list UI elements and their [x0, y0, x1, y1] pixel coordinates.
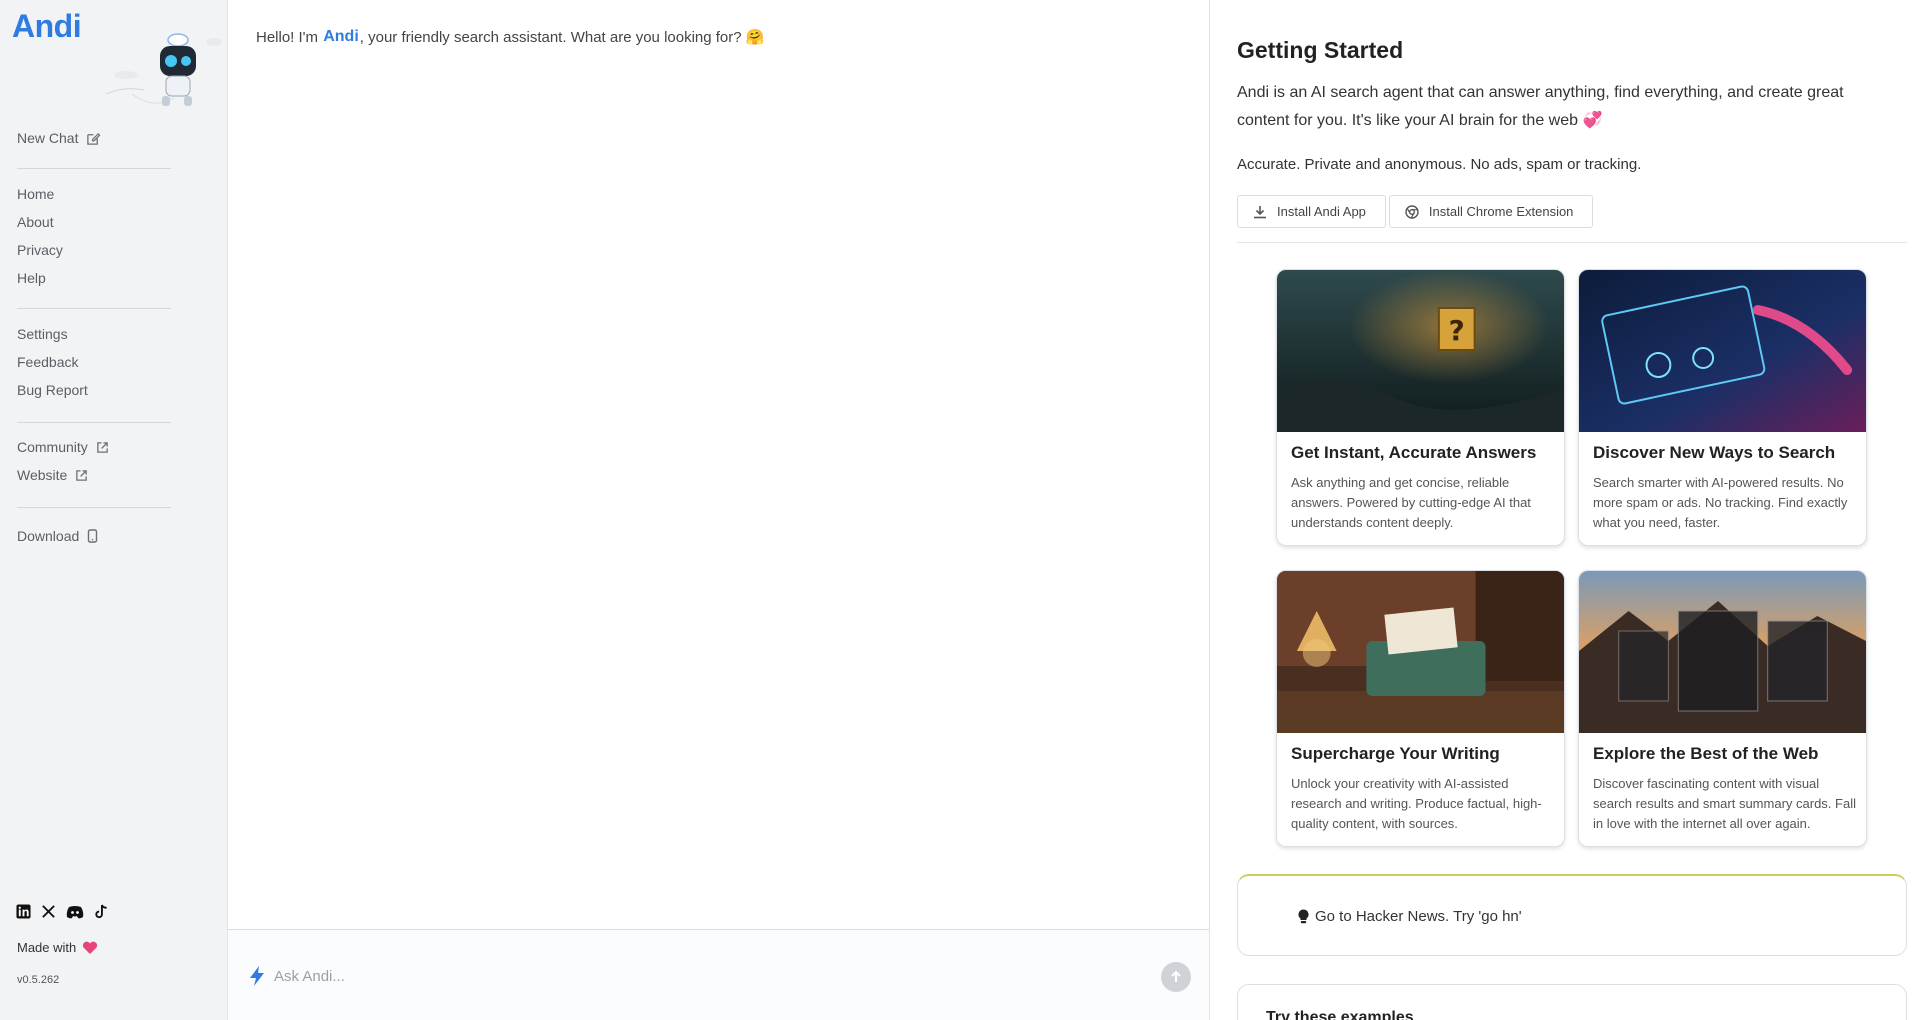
- sidebar-item-feedback[interactable]: Feedback: [17, 348, 171, 376]
- card-text: Search smarter with AI-powered results. …: [1593, 475, 1848, 530]
- card-title: Discover New Ways to Search: [1593, 443, 1836, 462]
- download-label: Download: [17, 528, 80, 544]
- sidebar-item-privacy[interactable]: Privacy: [17, 236, 171, 264]
- install-app-label: Install Andi App: [1277, 204, 1366, 219]
- sidebar-item-help[interactable]: Help: [17, 264, 171, 292]
- install-extension-button[interactable]: Install Chrome Extension: [1388, 195, 1594, 228]
- card-title: Supercharge Your Writing: [1291, 744, 1500, 763]
- panel-tagline: Accurate. Private and anonymous. No ads,…: [1237, 156, 1642, 173]
- feature-card-explore[interactable]: Explore the Best of the Web Discover fas…: [1578, 570, 1867, 847]
- new-chat-label: New Chat: [17, 130, 79, 146]
- discord-icon[interactable]: [66, 905, 84, 919]
- greeting-message: Hello! I'm Andi, your friendly search as…: [256, 28, 764, 46]
- examples-title: Try these examples: [1266, 1009, 1414, 1020]
- app-version: v0.5.262: [17, 974, 60, 986]
- card-text: Discover fascinating content with visual…: [1593, 776, 1856, 831]
- install-buttons: Install Andi App Install Chrome Extensio…: [1237, 195, 1594, 228]
- arrow-up-icon: [1171, 970, 1181, 982]
- x-icon[interactable]: [41, 904, 56, 919]
- sidebar-item-website[interactable]: Website: [17, 461, 171, 489]
- card-text: Unlock your creativity with AI-assisted …: [1291, 776, 1542, 831]
- card-text: Ask anything and get concise, reliable a…: [1291, 475, 1531, 530]
- community-label: Community: [17, 439, 88, 455]
- chat-input-bar: [228, 929, 1209, 1020]
- greeting-pre: Hello! I'm: [256, 28, 319, 46]
- card-title: Get Instant, Accurate Answers: [1291, 443, 1537, 462]
- robot-mascot-icon: [105, 33, 222, 106]
- sidebar-item-bug-report[interactable]: Bug Report: [17, 376, 171, 404]
- phone-icon: [88, 529, 98, 543]
- futuristic-search-image: [1579, 270, 1866, 432]
- install-extension-label: Install Chrome Extension: [1428, 204, 1574, 219]
- feature-card-answers[interactable]: ? Get Instant, Accurate Answers Ask anyt…: [1276, 269, 1565, 546]
- svg-text:?: ?: [1449, 314, 1465, 347]
- tip-text: Go to Hacker News. Try 'go hn': [1298, 908, 1522, 925]
- heart-icon: [83, 941, 98, 954]
- panel-divider: [1237, 242, 1907, 243]
- bolt-icon: [250, 966, 264, 986]
- tip-box[interactable]: Go to Hacker News. Try 'go hn': [1237, 874, 1907, 956]
- panel-title: Getting Started: [1237, 37, 1404, 63]
- card-title: Explore the Best of the Web: [1593, 744, 1819, 763]
- sidebar-item-settings[interactable]: Settings: [17, 320, 171, 348]
- made-with-label: Made with: [17, 940, 77, 955]
- ask-input[interactable]: [274, 961, 1134, 991]
- social-links: [16, 904, 108, 919]
- made-with: Made with: [17, 940, 98, 955]
- feature-card-search[interactable]: Discover New Ways to Search Search smart…: [1578, 269, 1867, 546]
- getting-started-panel: Getting Started Andi is an AI search age…: [1209, 0, 1920, 1020]
- external-link-icon: [97, 441, 108, 453]
- sidebar: Andi New Chat Home About Privacy Help Se…: [0, 0, 228, 1020]
- mystery-box-image: ?: [1277, 270, 1564, 432]
- chat-area: Hello! I'm Andi, your friendly search as…: [228, 0, 1209, 1020]
- examples-box: Try these examples: [1237, 984, 1907, 1020]
- feature-card-writing[interactable]: Supercharge Your Writing Unlock your cre…: [1276, 570, 1565, 847]
- chrome-icon: [1405, 204, 1419, 219]
- sidebar-item-community[interactable]: Community: [17, 433, 171, 461]
- lightbulb-icon: [1298, 909, 1309, 924]
- new-chat-button[interactable]: New Chat: [17, 124, 171, 152]
- linkedin-icon[interactable]: [16, 904, 31, 919]
- tiktok-icon[interactable]: [94, 904, 108, 919]
- tip-label: Go to Hacker News. Try 'go hn': [1315, 908, 1522, 925]
- panel-description: Andi is an AI search agent that can answ…: [1237, 84, 1844, 129]
- install-app-button[interactable]: Install Andi App: [1237, 195, 1386, 228]
- mountain-screens-image: [1579, 571, 1866, 733]
- typewriter-image: [1277, 571, 1564, 733]
- hug-emoji-icon: 🤗: [745, 29, 765, 46]
- sidebar-item-home[interactable]: Home: [17, 180, 171, 208]
- greeting-brand: Andi: [323, 28, 359, 45]
- send-button[interactable]: [1161, 962, 1191, 992]
- sidebar-item-about[interactable]: About: [17, 208, 171, 236]
- website-label: Website: [17, 467, 68, 483]
- greeting-post: , your friendly search assistant. What a…: [359, 28, 742, 46]
- andi-logo[interactable]: Andi: [12, 8, 82, 45]
- external-link-icon: [76, 469, 88, 481]
- edit-icon: [87, 132, 101, 145]
- download-icon: [1254, 205, 1266, 218]
- sidebar-item-download[interactable]: Download: [17, 522, 171, 550]
